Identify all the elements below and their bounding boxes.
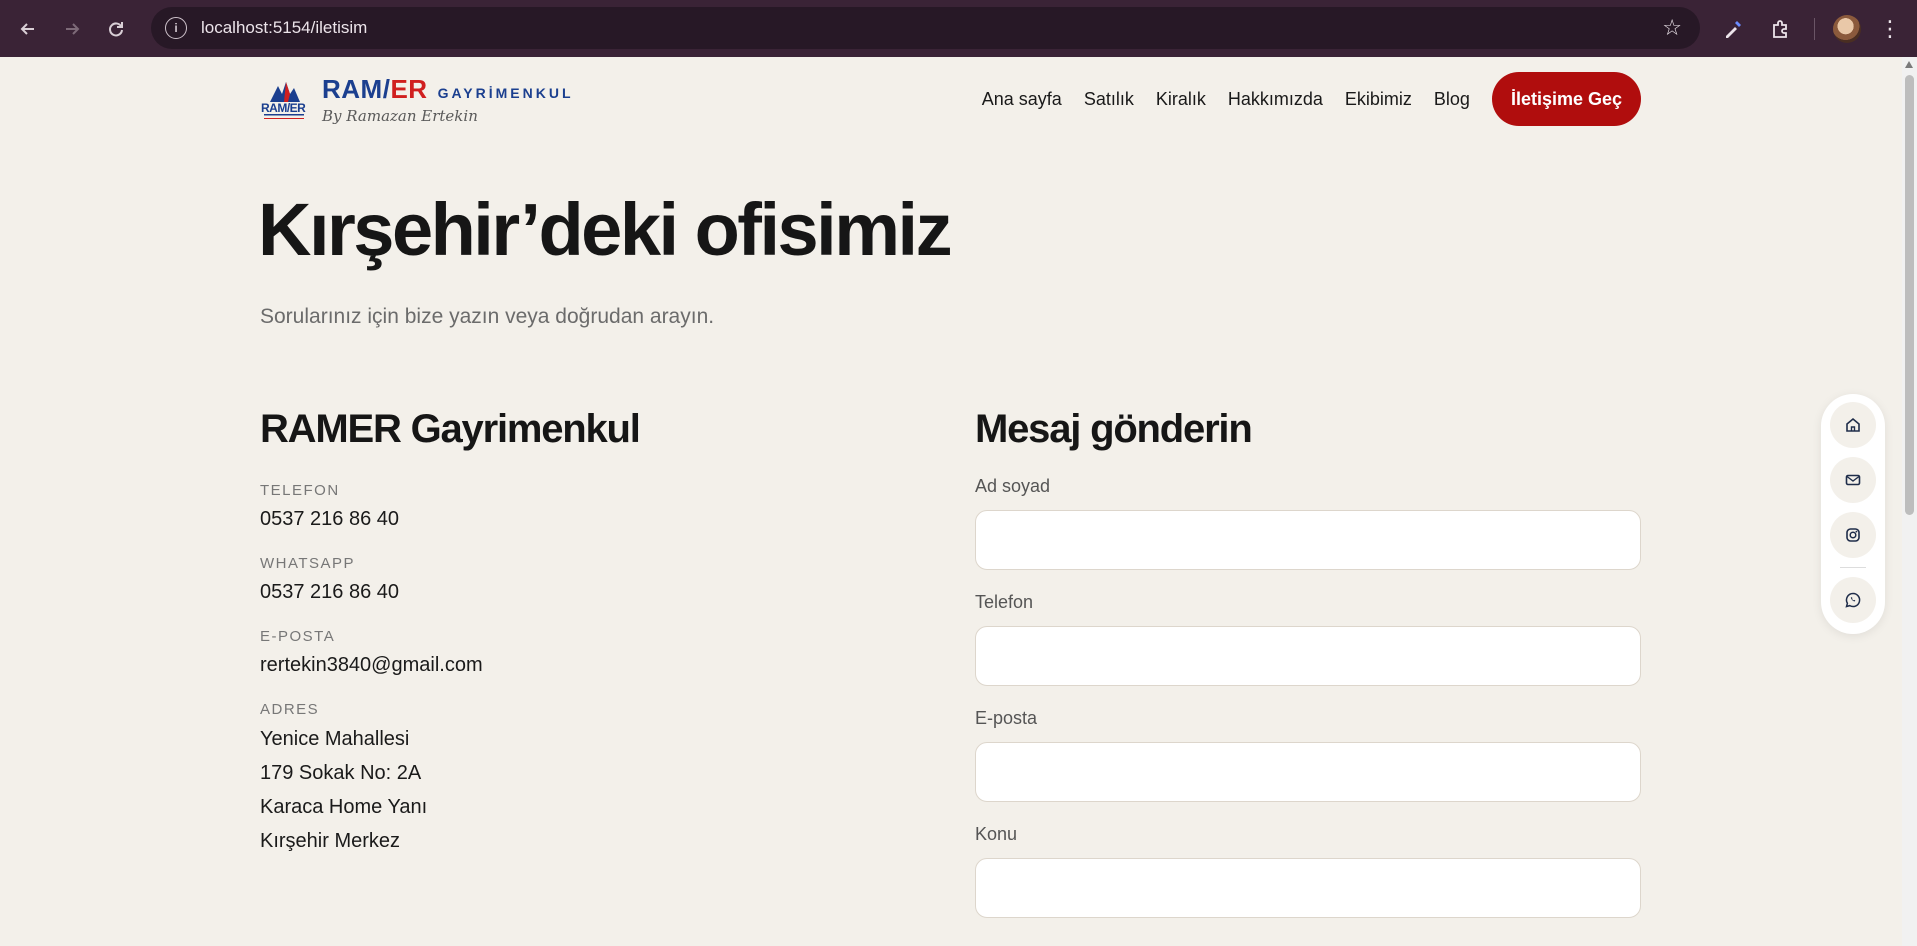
contact-info: RAMER Gayrimenkul TELEFON 0537 216 86 40…: [260, 407, 880, 858]
browser-nav-buttons: [10, 11, 134, 47]
back-arrow-icon[interactable]: [10, 11, 46, 47]
floating-social-bar: [1821, 394, 1885, 634]
field-label-name: Ad soyad: [975, 476, 1051, 496]
brand-name: RAM/ER: [322, 74, 428, 105]
nav-link-ana-sayfa[interactable]: Ana sayfa: [982, 89, 1062, 110]
phone-label: TELEFON: [260, 482, 340, 499]
extensions-puzzle-icon[interactable]: [1766, 14, 1796, 44]
name-input[interactable]: [975, 510, 1641, 570]
nav-link-blog[interactable]: Blog: [1434, 89, 1470, 110]
phone-block: TELEFON 0537 216 86 40: [260, 482, 880, 531]
brand-ram: RAM/: [322, 73, 391, 104]
page-title: Kırşehir’deki ofisimiz: [258, 188, 953, 271]
email-input[interactable]: [975, 742, 1641, 802]
phone-input[interactable]: [975, 626, 1641, 686]
page-scrollbar[interactable]: [1902, 57, 1917, 946]
reload-icon[interactable]: [98, 11, 134, 47]
address-bar-url: localhost:5154/iletisim: [201, 18, 368, 37]
page-subtitle: Sorularınız için bize yazın veya doğruda…: [260, 305, 715, 328]
floating-bar-divider: [1840, 567, 1866, 568]
email-block: E-POSTA rertekin3840@gmail.com: [260, 628, 880, 677]
whatsapp-value[interactable]: 0537 216 86 40: [260, 581, 880, 604]
message-form-title: Mesaj gönderin: [975, 407, 1253, 451]
more-menu-icon[interactable]: ⋮: [1879, 17, 1901, 40]
brand-title-row: RAM/ER GAYRİMENKUL: [322, 74, 574, 105]
address-bar[interactable]: i localhost:5154/iletisim ☆: [151, 7, 1700, 49]
bookmark-star-icon[interactable]: ☆: [1662, 15, 1682, 41]
form-field-phone: Telefon: [975, 592, 1641, 686]
address-label: ADRES: [260, 701, 320, 718]
brand-gayrimenkul: GAYRİMENKUL: [437, 84, 574, 101]
field-label-email: E-posta: [975, 708, 1038, 728]
form-field-name: Ad soyad: [975, 476, 1641, 570]
address-lines: Yenice Mahallesi 179 Sokak No: 2A Karaca…: [260, 722, 880, 858]
address-block: ADRES Yenice Mahallesi 179 Sokak No: 2A …: [260, 701, 880, 858]
phone-value[interactable]: 0537 216 86 40: [260, 508, 880, 531]
main-nav: Ana sayfa Satılık Kiralık Hakkımızda Eki…: [982, 72, 1641, 126]
scrollbar-thumb[interactable]: [1905, 75, 1914, 515]
field-label-subject: Konu: [975, 824, 1018, 844]
site-header: RAM/ER RAM/ER GAYRİMENKUL By Ramazan Ert…: [260, 68, 1641, 130]
contact-info-title: RAMER Gayrimenkul: [260, 407, 641, 451]
form-field-subject: Konu: [975, 824, 1641, 918]
brand-text: RAM/ER GAYRİMENKUL By Ramazan Ertekin: [322, 74, 574, 125]
form-fields: Ad soyad Telefon E-posta Konu: [975, 476, 1641, 918]
email-label: E-POSTA: [260, 628, 336, 645]
brand-logo[interactable]: RAM/ER RAM/ER GAYRİMENKUL By Ramazan Ert…: [260, 74, 574, 125]
whatsapp-icon[interactable]: [1830, 577, 1876, 623]
browser-toolbar: i localhost:5154/iletisim ☆ ⋮: [0, 0, 1917, 57]
whatsapp-block: WHATSAPP 0537 216 86 40: [260, 555, 880, 604]
address-line: Karaca Home Yanı: [260, 796, 428, 818]
logo-building-icon: RAM/ER: [260, 76, 308, 122]
nav-link-kiralik[interactable]: Kiralık: [1156, 89, 1206, 110]
browser-actions: ⋮: [1718, 0, 1917, 57]
eyedropper-icon[interactable]: [1718, 14, 1748, 44]
mail-icon[interactable]: [1830, 457, 1876, 503]
instagram-icon[interactable]: [1830, 512, 1876, 558]
address-line: Kırşehir Merkez: [260, 830, 401, 852]
address-line: 179 Sokak No: 2A: [260, 762, 422, 784]
brand-er: ER: [390, 73, 428, 104]
nav-link-satilik[interactable]: Satılık: [1084, 89, 1134, 110]
field-label-phone: Telefon: [975, 592, 1034, 612]
forward-arrow-icon[interactable]: [54, 11, 90, 47]
toolbar-separator: [1814, 17, 1815, 40]
nav-link-hakkimizda[interactable]: Hakkımızda: [1228, 89, 1323, 110]
form-field-email: E-posta: [975, 708, 1641, 802]
logo-mark-text: RAM/ER: [261, 101, 306, 115]
address-line: Yenice Mahallesi: [260, 728, 410, 750]
brand-tagline: By Ramazan Ertekin: [322, 106, 478, 125]
profile-avatar[interactable]: [1833, 14, 1861, 43]
page-content: RAM/ER RAM/ER GAYRİMENKUL By Ramazan Ert…: [0, 57, 1902, 946]
site-info-icon[interactable]: i: [165, 17, 187, 39]
contact-cta-button[interactable]: İletişime Geç: [1491, 72, 1641, 126]
nav-link-ekibimiz[interactable]: Ekibimiz: [1345, 89, 1412, 110]
scroll-up-arrow-icon[interactable]: [1905, 61, 1913, 68]
whatsapp-label: WHATSAPP: [260, 555, 356, 572]
email-value[interactable]: rertekin3840@gmail.com: [260, 654, 880, 677]
home-icon[interactable]: [1830, 402, 1876, 448]
subject-input[interactable]: [975, 858, 1641, 918]
message-form: Mesaj gönderin Ad soyad Telefon E-posta …: [975, 407, 1641, 918]
